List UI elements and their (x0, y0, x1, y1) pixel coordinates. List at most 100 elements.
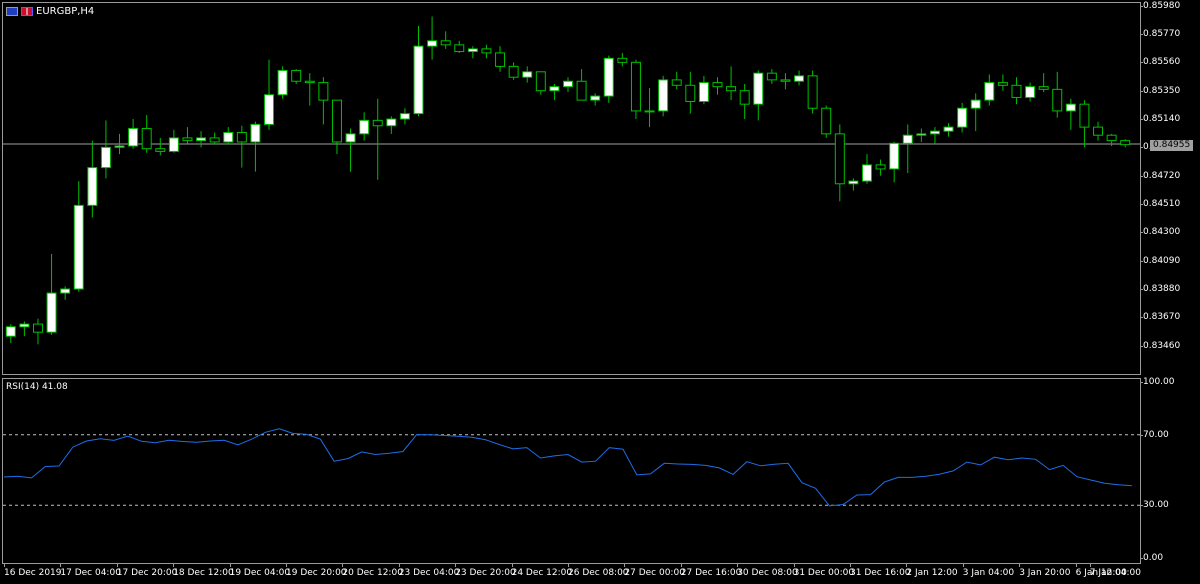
candle-body (291, 69, 302, 82)
candle-body (264, 94, 274, 125)
candle-body (766, 72, 777, 81)
candle-body (427, 40, 438, 47)
time-tick-label: 31 Dec 00:00 (793, 564, 855, 578)
candle-body (916, 133, 927, 136)
candle-body (386, 118, 397, 127)
time-axis[interactable]: 16 Dec 2019 17 Dec 04:00 17 Dec 20:00 18 De… (0, 564, 1141, 584)
time-tick-label: 3 Jan 20:00 (1019, 564, 1071, 578)
candle-body (1011, 84, 1022, 98)
gb-flag-icon (21, 7, 33, 16)
candle-body (563, 80, 573, 88)
rsi-tick-label: 100.00 (1140, 377, 1175, 387)
price-scale[interactable]: 0.85980 0.85770 0.85560 0.85350 0.85140 0.849… (1139, 1, 1200, 375)
candle-body (997, 82, 1008, 86)
candle-body (984, 82, 995, 101)
price-tick-label: 0.85560 (1139, 57, 1181, 68)
candle-body (644, 110, 655, 113)
candle-body (1093, 126, 1104, 136)
candle-body (87, 167, 98, 206)
candle-body (1079, 103, 1090, 128)
candle-body (1025, 86, 1036, 98)
candle-body (630, 61, 641, 112)
candle-body (1120, 140, 1131, 146)
candle-body (318, 82, 329, 101)
rsi-tick-label: 30.00 (1140, 500, 1169, 511)
candle-body (60, 288, 71, 294)
candle-body (685, 84, 696, 102)
candle-body (196, 137, 207, 142)
price-tick-label: 0.83880 (1139, 284, 1181, 294)
candle-body (331, 99, 342, 143)
candle-body (576, 80, 587, 101)
candle-body (549, 86, 560, 92)
time-tick-label: 24 Dec 12:00 (511, 564, 573, 578)
candle-body (794, 75, 805, 82)
time-tick-label: 23 Dec 20:00 (455, 564, 516, 578)
candle-body (698, 82, 709, 102)
candle-body (481, 48, 492, 54)
time-tick-label: 27 Dec 00:00 (624, 564, 685, 578)
time-tick-label: 17 Dec 04:00 (60, 564, 121, 578)
candle-body (671, 79, 682, 86)
candle-body (603, 57, 614, 97)
candle-body (780, 79, 791, 82)
candle-body (1065, 103, 1076, 112)
candle-body (726, 86, 737, 92)
candle-body (454, 44, 465, 53)
time-tick-label: 16 Dec 2019 (4, 564, 62, 578)
candle-body (73, 204, 84, 290)
candle-body (957, 107, 968, 128)
candle-body (522, 71, 533, 78)
time-tick-label: 19 Dec 20:00 (286, 564, 347, 578)
symbol-timeframe-label: EURGBP,H4 (36, 6, 95, 17)
time-tick-label: 7 Jan 04:00 (1089, 564, 1141, 578)
rsi-tick-label: 0.00 (1139, 553, 1164, 563)
candle-body (304, 80, 315, 84)
candle-body (399, 113, 410, 120)
time-tick-label: 31 Dec 16:00 (850, 564, 911, 578)
candle-body (413, 45, 424, 115)
candle-body (359, 119, 370, 135)
eu-flag-icon (6, 7, 18, 16)
candle-body (1038, 86, 1049, 90)
candle-body (590, 95, 601, 101)
time-tick-label: 26 Dec 08:00 (568, 564, 629, 578)
candle-body (658, 79, 669, 112)
price-tick-label: 0.85140 (1139, 114, 1181, 125)
candle-body (821, 107, 832, 135)
candle-body (440, 40, 451, 46)
rsi-scale[interactable]: 100.00 70.00 30.00 0.00 (1139, 377, 1200, 564)
candle-body (1052, 88, 1063, 112)
candle-body (345, 133, 356, 143)
candle-body (807, 75, 818, 109)
price-tick-label: 0.84090 (1139, 255, 1181, 266)
candle-body (889, 142, 900, 170)
candle-body (739, 90, 750, 105)
rsi-tick-label: 70.00 (1140, 429, 1169, 440)
rsi-line (3, 428, 1133, 507)
chart-canvas[interactable] (0, 0, 1200, 584)
time-tick-label: 30 Dec 08:00 (737, 564, 798, 578)
candle-body (970, 99, 981, 109)
candle-body (943, 126, 954, 132)
candle-body (100, 146, 111, 169)
candle-body (128, 127, 139, 147)
candle-body (1106, 134, 1117, 142)
time-tick-label: 27 Dec 16:00 (680, 564, 742, 578)
candle-body (508, 65, 519, 78)
chart-title: EURGBP,H4 (6, 6, 94, 17)
candle-body (535, 71, 546, 92)
price-tick-label: 0.85350 (1139, 85, 1181, 96)
price-tick-label: 0.84720 (1139, 170, 1181, 181)
candle-body (114, 145, 125, 148)
time-tick-label: 23 Dec 04:00 (398, 564, 460, 578)
candle-body (182, 137, 193, 142)
candle-body (155, 148, 166, 152)
candle-body (372, 119, 383, 127)
candle-body (223, 132, 234, 143)
candle-body (250, 123, 261, 143)
candle-body (236, 132, 247, 143)
time-tick-label: 2 Jan 12:00 (906, 564, 958, 578)
candle-body (834, 133, 845, 185)
candle-body (712, 82, 723, 88)
